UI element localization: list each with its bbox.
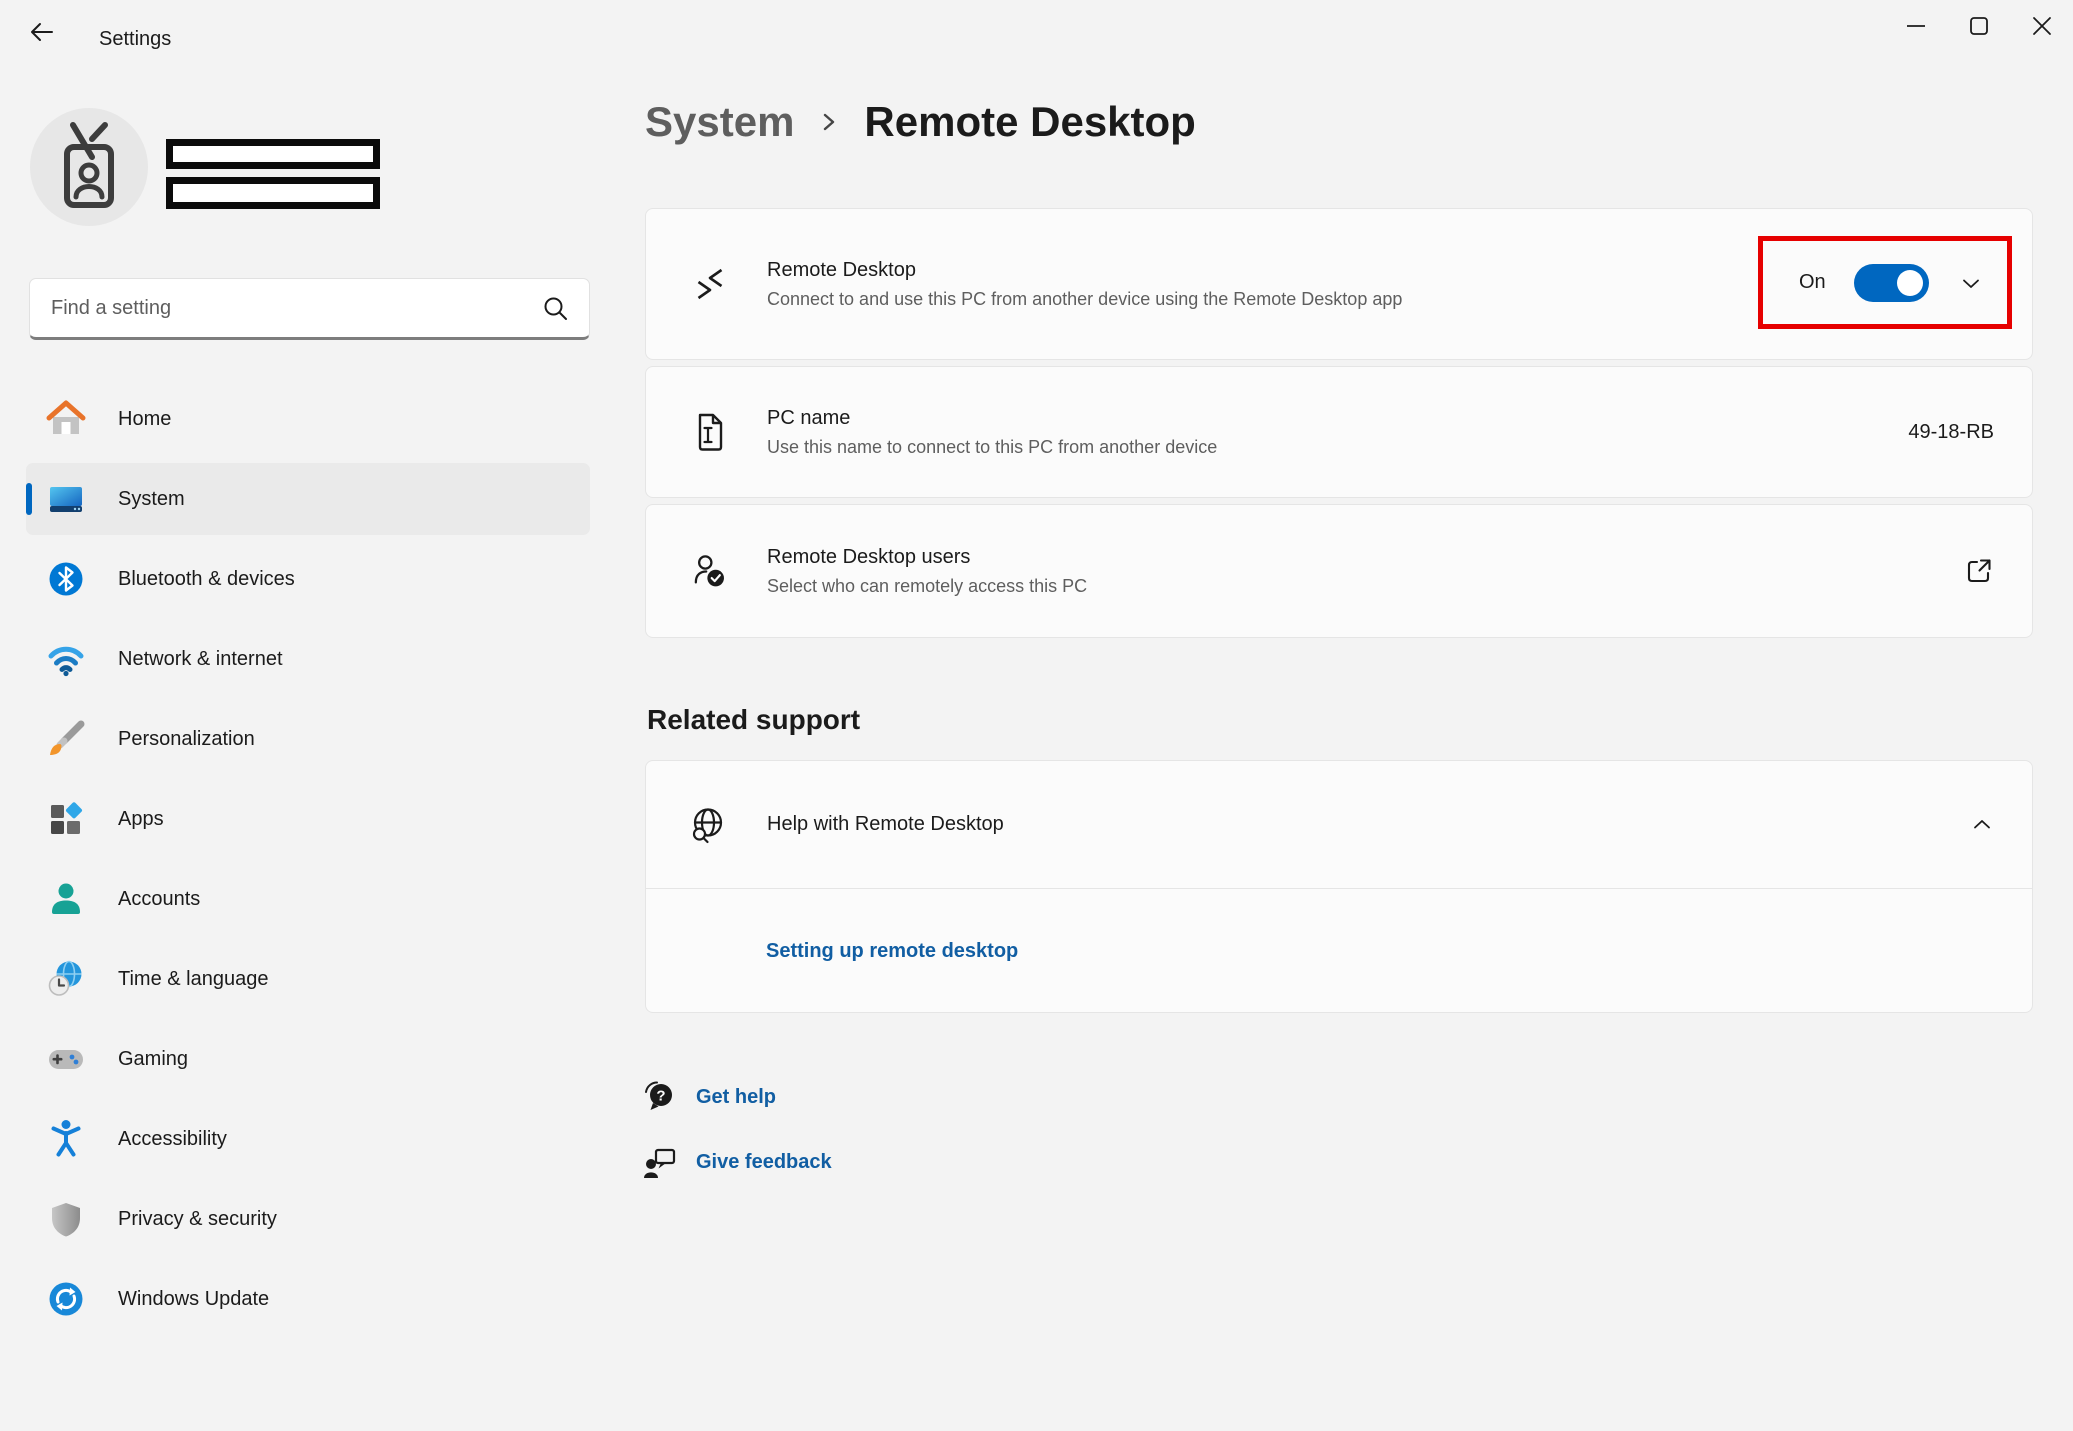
sidebar-item-personalization[interactable]: Personalization — [26, 703, 590, 775]
sidebar-item-system[interactable]: System — [26, 463, 590, 535]
globe-search-icon — [689, 806, 727, 844]
remote-desktop-users-card[interactable]: Remote Desktop users Select who can remo… — [645, 504, 2033, 638]
pc-name-title: PC name — [767, 407, 1217, 430]
help-title: Help with Remote Desktop — [767, 813, 1004, 836]
related-support-heading: Related support — [647, 704, 860, 736]
pc-name-card: PC name Use this name to connect to this… — [645, 366, 2033, 498]
remote-desktop-toggle[interactable] — [1854, 264, 1929, 302]
sidebar-item-apps[interactable]: Apps — [26, 783, 590, 855]
setting-up-remote-desktop-link[interactable]: Setting up remote desktop — [766, 940, 1018, 963]
give-feedback-link[interactable]: Give feedback — [642, 1145, 832, 1179]
sidebar-item-gaming[interactable]: Gaming — [26, 1023, 590, 1095]
apps-grid-icon — [46, 799, 86, 839]
close-icon — [2031, 15, 2053, 37]
sidebar-item-accounts[interactable]: Accounts — [26, 863, 590, 935]
sidebar-item-accessibility[interactable]: Accessibility — [26, 1103, 590, 1175]
rename-document-icon — [693, 411, 727, 453]
gamepad-icon — [46, 1039, 86, 1079]
give-feedback-label[interactable]: Give feedback — [696, 1151, 832, 1174]
sidebar-item-label: Accounts — [118, 888, 200, 911]
search-icon — [542, 295, 569, 322]
toggle-knob — [1897, 270, 1923, 296]
sidebar-item-label: Bluetooth & devices — [118, 568, 295, 591]
paintbrush-icon — [46, 719, 86, 759]
sidebar: Home System — [0, 56, 620, 1431]
remote-desktop-icon — [693, 264, 727, 304]
back-arrow-icon — [27, 18, 55, 46]
sidebar-item-label: Home — [118, 408, 171, 431]
redacted-account-name — [166, 139, 380, 169]
sidebar-item-label: Gaming — [118, 1048, 188, 1071]
search-input[interactable] — [30, 279, 542, 337]
accessibility-person-icon — [46, 1119, 86, 1159]
sidebar-item-privacy-security[interactable]: Privacy & security — [26, 1183, 590, 1255]
main-content: System Remote Desktop Remote Desktop Con… — [645, 0, 2033, 1431]
help-bubble-icon: ? — [642, 1080, 676, 1114]
settings-window: Settings — [0, 0, 2073, 1431]
app-title: Settings — [99, 28, 171, 51]
id-badge-icon — [56, 121, 122, 213]
sidebar-item-label: System — [118, 488, 185, 511]
get-help-label[interactable]: Get help — [696, 1086, 776, 1109]
remote-desktop-subtitle: Connect to and use this PC from another … — [767, 289, 1402, 310]
avatar[interactable] — [30, 108, 148, 226]
sidebar-item-home[interactable]: Home — [26, 383, 590, 455]
remote-desktop-title: Remote Desktop — [767, 259, 1402, 282]
sidebar-nav: Home System — [26, 383, 590, 1343]
users-subtitle: Select who can remotely access this PC — [767, 576, 1087, 597]
wifi-icon — [46, 639, 86, 679]
users-title: Remote Desktop users — [767, 546, 1087, 569]
sidebar-item-label: Apps — [118, 808, 164, 831]
chevron-right-icon — [818, 107, 840, 137]
shield-icon — [46, 1199, 86, 1239]
page-title: Remote Desktop — [864, 98, 1195, 146]
help-card: Help with Remote Desktop Setting up remo… — [645, 760, 2033, 1013]
sidebar-item-bluetooth[interactable]: Bluetooth & devices — [26, 543, 590, 615]
globe-clock-icon — [46, 959, 86, 999]
user-check-icon — [693, 552, 727, 590]
breadcrumb: System Remote Desktop — [645, 86, 1196, 158]
sidebar-item-windows-update[interactable]: Windows Update — [26, 1263, 590, 1335]
sidebar-item-label: Privacy & security — [118, 1208, 277, 1231]
sidebar-item-time-language[interactable]: Time & language — [26, 943, 590, 1015]
feedback-person-icon — [642, 1145, 676, 1179]
home-icon — [46, 399, 86, 439]
update-sync-icon — [46, 1279, 86, 1319]
sidebar-item-label: Windows Update — [118, 1288, 269, 1311]
svg-text:?: ? — [656, 1088, 665, 1105]
help-expander[interactable]: Help with Remote Desktop — [646, 761, 2032, 888]
get-help-link[interactable]: ? Get help — [642, 1080, 776, 1114]
person-icon — [46, 879, 86, 919]
breadcrumb-system-link[interactable]: System — [645, 98, 794, 146]
pc-name-value: 49-18-RB — [1908, 421, 1994, 444]
external-link-icon[interactable] — [1964, 556, 1994, 586]
pc-name-subtitle: Use this name to connect to this PC from… — [767, 437, 1217, 458]
system-icon — [46, 479, 86, 519]
sidebar-item-label: Network & internet — [118, 648, 283, 671]
sidebar-item-label: Personalization — [118, 728, 255, 751]
sidebar-item-network[interactable]: Network & internet — [26, 623, 590, 695]
remote-desktop-card: Remote Desktop Connect to and use this P… — [645, 208, 2033, 360]
search-box[interactable] — [29, 278, 590, 340]
annotation-highlight-box: On — [1758, 236, 2012, 329]
back-button[interactable] — [18, 12, 64, 52]
sidebar-item-label: Time & language — [118, 968, 268, 991]
sidebar-item-label: Accessibility — [118, 1128, 227, 1151]
chevron-down-icon[interactable] — [1959, 271, 1983, 295]
chevron-up-icon[interactable] — [1970, 813, 1994, 837]
bluetooth-icon — [46, 559, 86, 599]
toggle-state-label: On — [1799, 271, 1826, 294]
redacted-account-email — [166, 177, 380, 209]
